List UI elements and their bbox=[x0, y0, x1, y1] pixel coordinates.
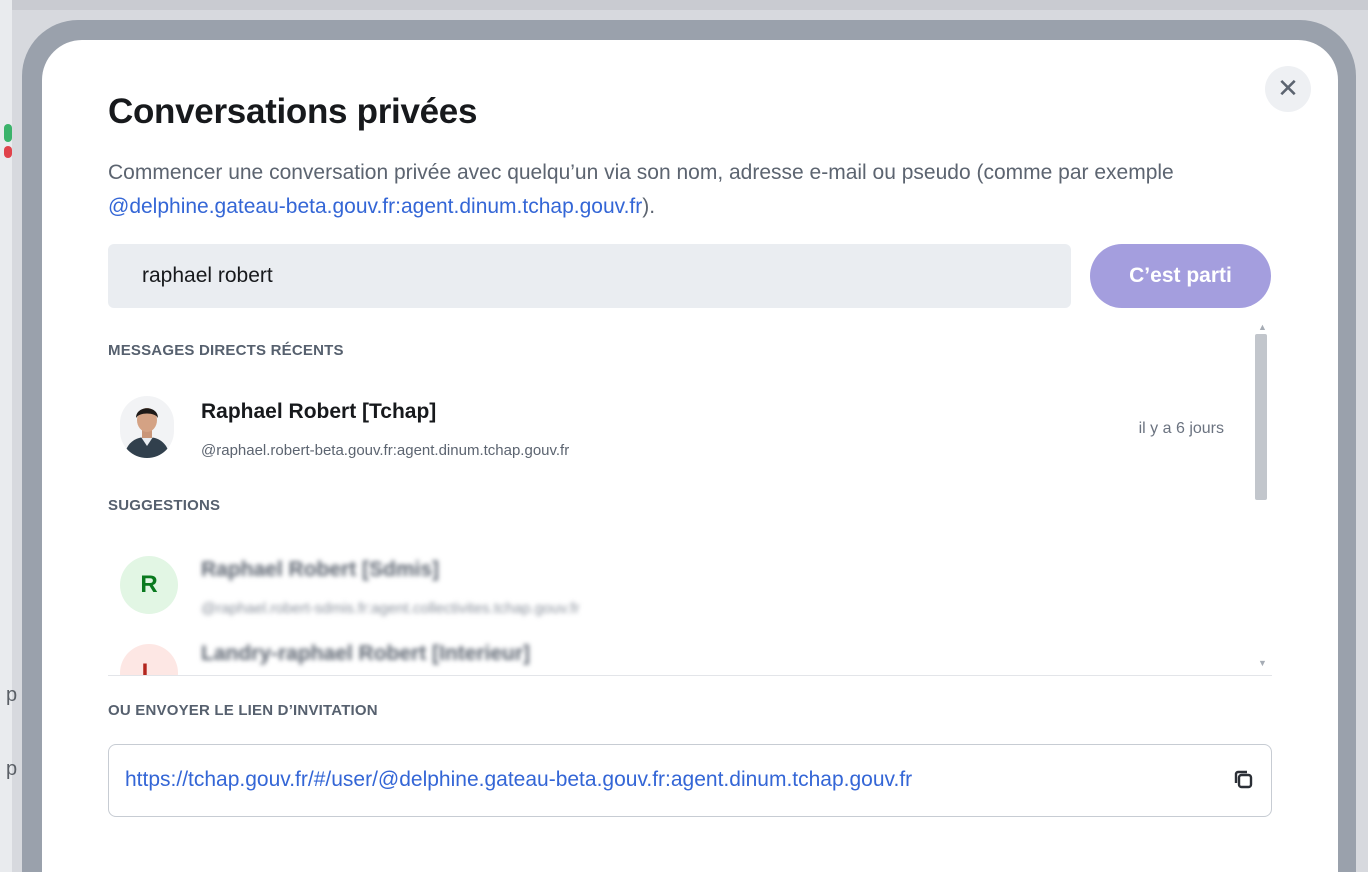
dialog-description: Commencer une conversation privée avec q… bbox=[108, 156, 1278, 224]
avatar-initial: L bbox=[141, 659, 157, 675]
contact-handle: @raphael.robert-beta.gouv.fr:agent.dinum… bbox=[201, 442, 570, 459]
avatar: L bbox=[120, 644, 178, 675]
avatar: R bbox=[120, 556, 178, 614]
description-text: Commencer une conversation privée avec q… bbox=[108, 161, 1174, 184]
results-list: MESSAGES DIRECTS RÉCENTS Raphael Robert … bbox=[108, 320, 1272, 675]
description-text-end: ). bbox=[642, 195, 656, 218]
suggestions-section-title: SUGGESTIONS bbox=[108, 497, 221, 514]
background-status-dot bbox=[4, 146, 12, 158]
scroll-down-icon[interactable]: ▼ bbox=[1258, 658, 1267, 668]
go-button[interactable]: C’est parti bbox=[1090, 244, 1271, 308]
avatar bbox=[120, 396, 174, 458]
suggestion-name: Raphael Robert [Sdmis] bbox=[201, 558, 440, 581]
contact-last-activity: il y a 6 jours bbox=[1138, 420, 1224, 437]
background-text: p bbox=[6, 758, 18, 780]
copy-icon[interactable] bbox=[1231, 767, 1257, 793]
search-input[interactable] bbox=[108, 244, 1071, 308]
avatar-initial: R bbox=[140, 571, 158, 598]
invite-link-box: https://tchap.gouv.fr/#/user/@delphine.g… bbox=[108, 744, 1272, 817]
background-top-bar bbox=[0, 0, 1368, 10]
background-status-dot bbox=[4, 124, 12, 142]
suggestion-item[interactable]: R Raphael Robert [Sdmis] @raphael.robert… bbox=[108, 538, 1258, 628]
close-icon: ✕ bbox=[1277, 73, 1299, 103]
invite-section-title: OU ENVOYER LE LIEN D’INVITATION bbox=[108, 702, 378, 719]
suggestion-name: Landry-raphael Robert [Interieur] bbox=[201, 642, 531, 665]
recent-dm-item[interactable]: Raphael Robert [Tchap] @raphael.robert-b… bbox=[108, 320, 1258, 490]
dialog-title: Conversations privées bbox=[108, 92, 478, 131]
example-handle: @delphine.gateau-beta.gouv.fr:agent.dinu… bbox=[108, 195, 643, 218]
contact-name: Raphael Robert [Tchap] bbox=[201, 400, 437, 423]
scroll-up-icon[interactable]: ▲ bbox=[1258, 322, 1267, 332]
suggestion-item[interactable]: L Landry-raphael Robert [Interieur] bbox=[108, 630, 1258, 675]
background-text: p bbox=[6, 684, 18, 706]
results-scrollbar[interactable]: ▲ ▼ bbox=[1254, 320, 1268, 675]
suggestion-handle: @raphael.robert-sdmis.fr:agent.collectiv… bbox=[201, 600, 580, 617]
close-button[interactable]: ✕ bbox=[1265, 66, 1311, 112]
scrollbar-thumb[interactable] bbox=[1255, 334, 1267, 500]
invite-link[interactable]: https://tchap.gouv.fr/#/user/@delphine.g… bbox=[125, 768, 912, 792]
divider bbox=[108, 675, 1272, 676]
